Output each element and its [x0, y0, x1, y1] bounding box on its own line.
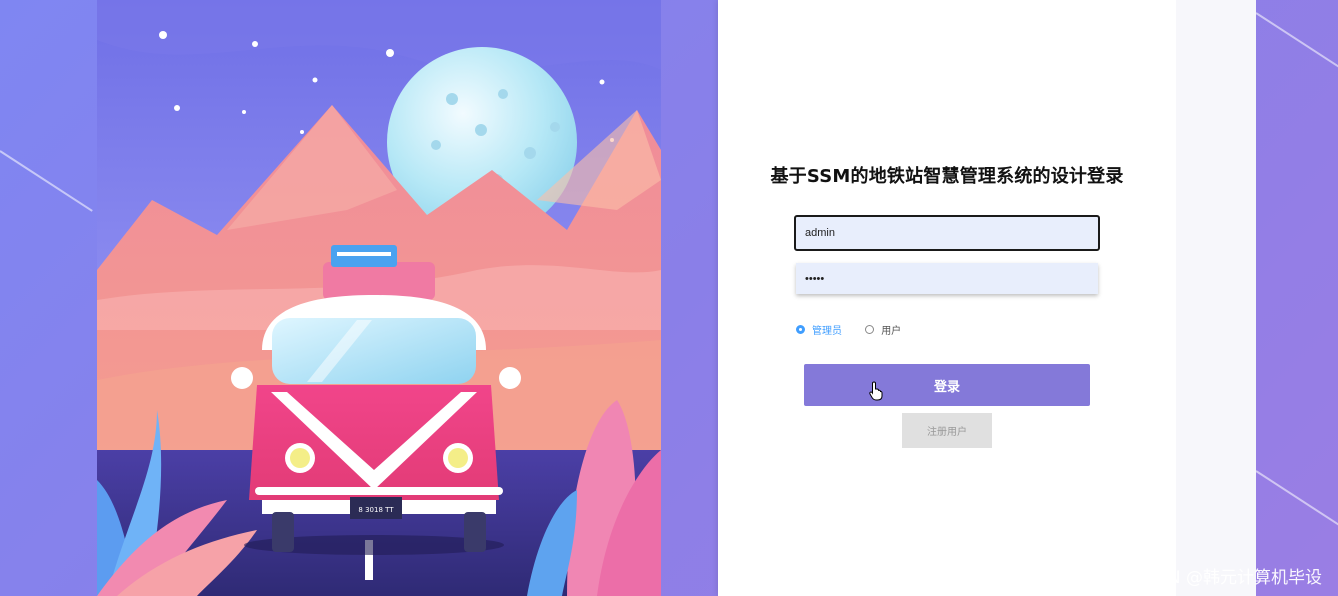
- role-user-label: 用户: [881, 326, 902, 337]
- login-illustration: 8 3018 TT: [97, 0, 661, 596]
- radio-unchecked-icon[interactable]: [865, 325, 875, 334]
- background-line: [1255, 470, 1338, 527]
- username-input[interactable]: [794, 215, 1100, 251]
- role-admin-option[interactable]: 管理员: [796, 322, 842, 337]
- watermark: CSDN @韩元计算机毕设: [1132, 568, 1322, 588]
- login-card: 基于SSM的地铁站智慧管理系统的设计登录 管理员 用户 登录 注册用户: [718, 0, 1176, 596]
- radio-checked-icon[interactable]: [796, 325, 805, 334]
- license-plate: 8 3018 TT: [358, 506, 394, 514]
- role-admin-label: 管理员: [812, 326, 842, 337]
- password-input[interactable]: [796, 263, 1098, 294]
- register-button[interactable]: 注册用户: [902, 413, 992, 448]
- role-radio-group: 管理员 用户: [796, 322, 921, 337]
- background-line: [1255, 12, 1338, 69]
- login-button[interactable]: 登录: [804, 364, 1090, 406]
- pointer-hand-icon: [869, 381, 883, 401]
- side-panel: [1176, 0, 1256, 596]
- page-title: 基于SSM的地铁站智慧管理系统的设计登录: [770, 166, 1124, 187]
- role-user-option[interactable]: 用户: [865, 322, 901, 337]
- background-line: [0, 150, 93, 212]
